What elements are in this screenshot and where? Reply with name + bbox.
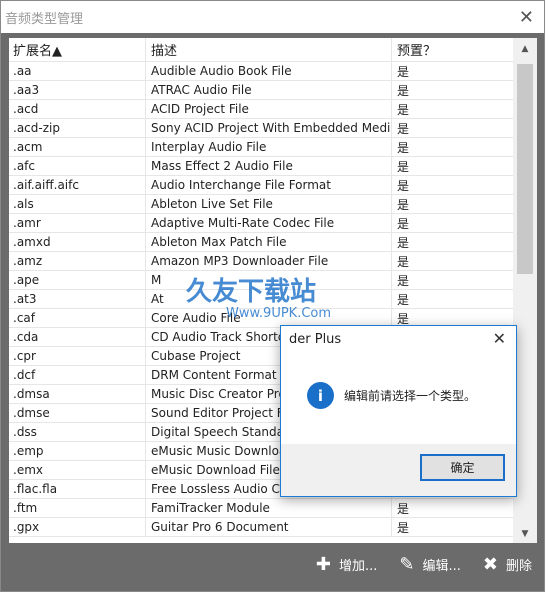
table-row[interactable]: .acm Interplay Audio File 是 <box>9 138 537 157</box>
extension-cell: .amz <box>9 252 146 270</box>
dialog-footer: 确定 <box>281 444 516 496</box>
extension-cell: .emx <box>9 461 146 479</box>
extension-cell: .cda <box>9 328 146 346</box>
extension-cell: .als <box>9 195 146 213</box>
column-preset[interactable]: 预置？ <box>392 38 513 61</box>
description-cell: Audible Audio Book File <box>146 62 392 80</box>
dialog-title-bar: der Plus ✕ <box>281 326 516 352</box>
close-icon[interactable]: ✕ <box>519 7 534 28</box>
preset-cell: 是 <box>397 216 410 231</box>
column-description[interactable]: 描述 <box>146 38 392 61</box>
preset-cell: 是 <box>397 64 410 79</box>
window-title: 音频类型管理 <box>5 11 84 27</box>
audio-type-manager-window: 音频类型管理 ✕ 扩展名▲ 描述 预置？ .aa Audible Audio Bo… <box>0 0 545 592</box>
message-dialog: der Plus ✕ i 编辑前请选择一个类型。 确定 <box>280 325 517 497</box>
preset-cell: 是 <box>397 254 410 269</box>
extension-cell: .acm <box>9 138 146 156</box>
dialog-close-icon[interactable]: ✕ <box>493 329 506 348</box>
table-header: 扩展名▲ 描述 预置？ <box>9 38 537 62</box>
description-cell: FamiTracker Module <box>146 499 392 517</box>
scroll-thumb[interactable] <box>517 64 533 274</box>
table-row[interactable]: .acd-zip Sony ACID Project With Embedded … <box>9 119 537 138</box>
preset-cell: 是 <box>397 273 410 288</box>
extension-cell: .aif.aiff.aifc <box>9 176 146 194</box>
ok-button[interactable]: 确定 <box>420 454 505 481</box>
table-row[interactable]: .amxd Ableton Max Patch File 是 <box>9 233 537 252</box>
description-cell: Ableton Max Patch File <box>146 233 392 251</box>
plus-icon: ✚ <box>315 554 331 575</box>
delete-button[interactable]: ✖ 删除 <box>483 554 532 575</box>
extension-cell: .dss <box>9 423 146 441</box>
extension-cell: .ftm <box>9 499 146 517</box>
delete-label: 删除 <box>505 559 532 574</box>
dialog-message: 编辑前请选择一个类型。 <box>344 389 477 403</box>
table-row[interactable]: .amz Amazon MP3 Downloader File 是 <box>9 252 537 271</box>
table-row[interactable]: .aa Audible Audio Book File 是 <box>9 62 537 81</box>
edit-button[interactable]: ✎ 编辑... <box>399 554 461 575</box>
description-cell: Amazon MP3 Downloader File <box>146 252 392 270</box>
extension-cell: .ape <box>9 271 146 289</box>
description-cell: Sony ACID Project With Embedded Media ..… <box>146 119 392 137</box>
watermark-logo: 久友下载站 <box>186 277 317 307</box>
delete-x-icon: ✖ <box>482 554 498 575</box>
table-row[interactable]: .amr Adaptive Multi-Rate Codec File 是 <box>9 214 537 233</box>
description-cell: Interplay Audio File <box>146 138 392 156</box>
scroll-up-icon[interactable]: ▲ <box>513 44 537 54</box>
extension-cell: .cpr <box>9 347 146 365</box>
extension-cell: .at3 <box>9 290 146 308</box>
extension-cell: .caf <box>9 309 146 327</box>
title-bar: 音频类型管理 ✕ <box>1 1 544 33</box>
scroll-down-icon[interactable]: ▼ <box>513 529 537 539</box>
edit-icon: ✎ <box>399 554 415 575</box>
table-row[interactable]: .als Ableton Live Set File 是 <box>9 195 537 214</box>
add-button[interactable]: ✚ 增加... <box>316 554 378 575</box>
table-row[interactable]: .aa3 ATRAC Audio File 是 <box>9 81 537 100</box>
table-row[interactable]: .acd ACID Project File 是 <box>9 100 537 119</box>
description-cell: Mass Effect 2 Audio File <box>146 157 392 175</box>
preset-cell: 是 <box>397 159 410 174</box>
preset-cell: 是 <box>397 520 410 535</box>
preset-cell: 是 <box>397 292 410 307</box>
extension-cell: .emp <box>9 442 146 460</box>
description-cell: Ableton Live Set File <box>146 195 392 213</box>
extension-cell: .acd-zip <box>9 119 146 137</box>
description-cell: Adaptive Multi-Rate Codec File <box>146 214 392 232</box>
description-cell: ATRAC Audio File <box>146 81 392 99</box>
extension-cell: .dmsa <box>9 385 146 403</box>
dialog-title: der Plus <box>289 331 342 347</box>
description-cell: Audio Interchange File Format <box>146 176 392 194</box>
description-cell: Guitar Pro 6 Document <box>146 518 392 536</box>
preset-cell: 是 <box>397 197 410 212</box>
extension-cell: .aa3 <box>9 81 146 99</box>
preset-cell: 是 <box>397 140 410 155</box>
watermark-url: Www.9UPK.Com <box>226 306 332 321</box>
info-icon: i <box>307 382 334 409</box>
table-row[interactable]: .ftm FamiTracker Module 是 <box>9 499 537 518</box>
extension-cell: .aa <box>9 62 146 80</box>
table-row[interactable]: .gpx Guitar Pro 6 Document 是 <box>9 518 537 537</box>
extension-cell: .flac.fla <box>9 480 146 498</box>
preset-cell: 是 <box>397 121 410 136</box>
table-row[interactable]: .aif.aiff.aifc Audio Interchange File For… <box>9 176 537 195</box>
edit-label: 编辑... <box>422 559 461 574</box>
extension-cell: .amr <box>9 214 146 232</box>
extension-cell: .acd <box>9 100 146 118</box>
preset-cell: 是 <box>397 501 410 516</box>
extension-cell: .dmse <box>9 404 146 422</box>
add-label: 增加... <box>338 559 378 574</box>
preset-cell: 是 <box>397 83 410 98</box>
preset-cell: 是 <box>397 235 410 250</box>
description-cell: ACID Project File <box>146 100 392 118</box>
extension-cell: .afc <box>9 157 146 175</box>
table-row[interactable]: .afc Mass Effect 2 Audio File 是 <box>9 157 537 176</box>
preset-cell: 是 <box>397 178 410 193</box>
extension-cell: .gpx <box>9 518 146 536</box>
extension-cell: .dcf <box>9 366 146 384</box>
preset-cell: 是 <box>397 102 410 117</box>
extension-cell: .amxd <box>9 233 146 251</box>
column-extension[interactable]: 扩展名▲ <box>9 38 146 61</box>
